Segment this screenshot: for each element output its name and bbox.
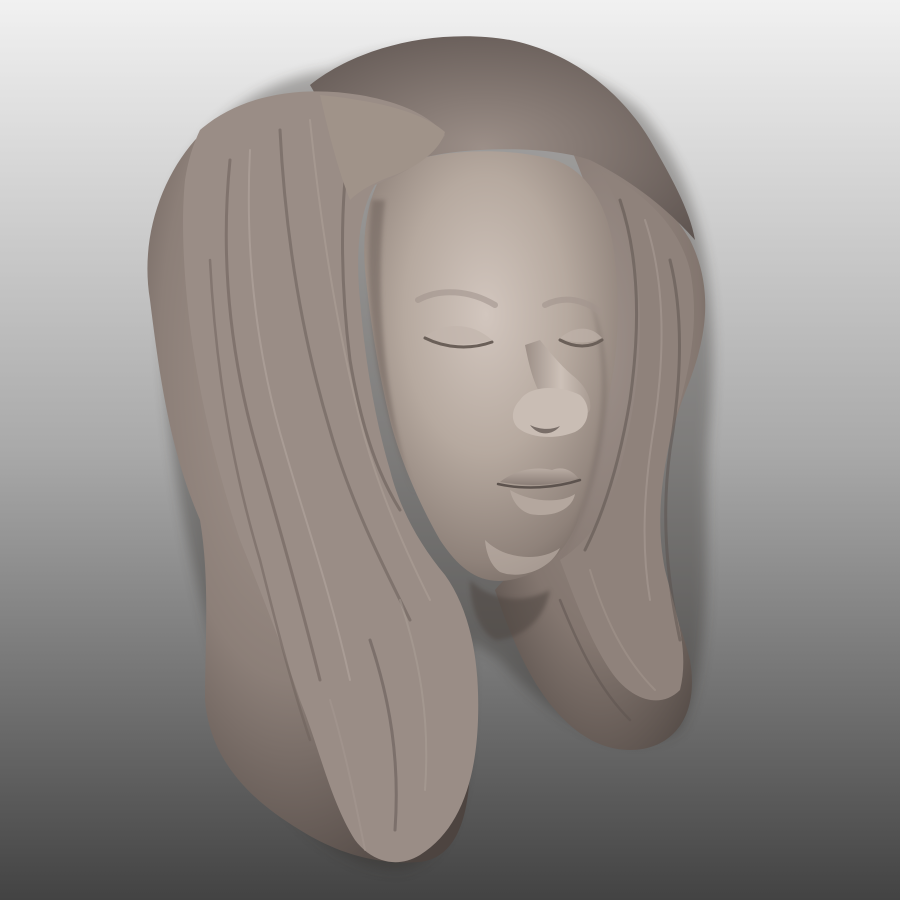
sculpt-render <box>0 0 900 900</box>
viewport[interactable] <box>0 0 900 900</box>
